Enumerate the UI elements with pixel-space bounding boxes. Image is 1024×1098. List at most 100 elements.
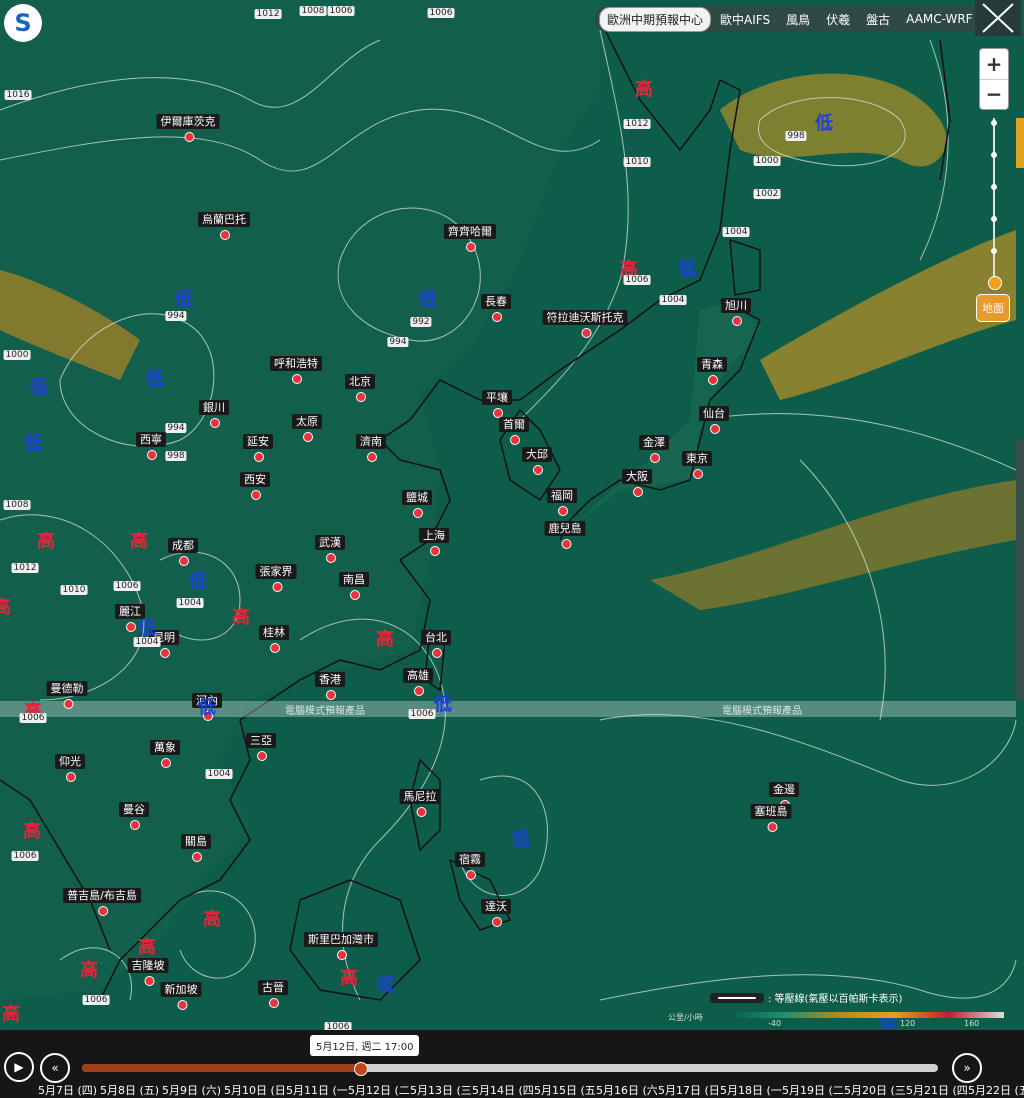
timeline-day-label[interactable]: 5月22日 (五) <box>968 1082 1024 1098</box>
city-marker[interactable]: 太原 <box>292 410 322 442</box>
city-marker[interactable]: 關島 <box>181 830 211 862</box>
zoom-out-button[interactable]: − <box>980 80 1008 110</box>
tab-fengniao[interactable]: 風鳥 <box>779 8 817 31</box>
city-marker[interactable]: 宿霧 <box>455 848 485 880</box>
side-panel-handle[interactable] <box>1016 118 1024 168</box>
timeline-day-label[interactable]: 5月19日 (二) <box>782 1082 844 1098</box>
city-marker[interactable]: 大邱 <box>522 443 552 475</box>
timeline-day-label[interactable]: 5月7日 (四) <box>38 1082 100 1098</box>
layer-slider[interactable] <box>988 118 1002 290</box>
city-marker[interactable]: 三亞 <box>246 729 276 761</box>
timeline-day-label[interactable]: 5月21日 (四) <box>906 1082 968 1098</box>
timeline-day-label[interactable]: 5月18日 (一) <box>720 1082 782 1098</box>
city-label: 高雄 <box>403 668 433 683</box>
tab-ecmwf[interactable]: 歐洲中期預報中心 <box>599 6 712 32</box>
wind-speed-scale: 公里/小時 -40 120 160 <box>668 1012 1004 1030</box>
timeline-day-label[interactable]: 5月11日 (一) <box>286 1082 348 1098</box>
prev-day-button[interactable]: « <box>40 1053 70 1083</box>
city-marker[interactable]: 烏蘭巴托 <box>198 208 250 240</box>
city-marker[interactable]: 伊爾庫茨克 <box>156 110 220 142</box>
weather-map[interactable]: S 歐洲中期預報中心 歐中AIFS 風鳥 伏羲 盤古 AAMC-WRF + − … <box>0 0 1024 1032</box>
city-marker[interactable]: 古晉 <box>258 976 288 1008</box>
tab-pangu[interactable]: 盤古 <box>859 8 897 31</box>
city-marker[interactable]: 齊齊哈爾 <box>444 220 496 252</box>
city-marker[interactable]: 桂林 <box>259 621 289 653</box>
city-marker[interactable]: 呼和浩特 <box>270 352 322 384</box>
tab-fuxi[interactable]: 伏羲 <box>819 8 857 31</box>
city-marker[interactable]: 符拉迪沃斯托克 <box>542 306 628 338</box>
city-dot <box>66 772 76 782</box>
city-label: 桂林 <box>259 625 289 640</box>
timeline-day-label[interactable]: 5月14日 (四) <box>472 1082 534 1098</box>
site-logo[interactable]: S <box>4 4 42 42</box>
tab-aifs[interactable]: 歐中AIFS <box>713 8 777 31</box>
city-marker[interactable]: 張家界 <box>255 560 297 592</box>
city-marker[interactable]: 濟南 <box>356 430 386 462</box>
city-marker[interactable]: 曼谷 <box>119 798 149 830</box>
city-marker[interactable]: 福岡 <box>547 484 577 516</box>
city-marker[interactable]: 金邊 <box>769 778 799 810</box>
city-marker[interactable]: 成都 <box>168 534 198 566</box>
city-label: 台北 <box>421 630 451 645</box>
timeline-day-label[interactable]: 5月8日 (五) <box>100 1082 162 1098</box>
isobar-value-label: 1006 <box>11 851 39 861</box>
city-marker[interactable]: 大阪 <box>622 465 652 497</box>
city-marker[interactable]: 曼德勒 <box>46 677 88 709</box>
isobar-value-label: 1010 <box>60 585 88 595</box>
scale-unit: 公里/小時 <box>668 1013 703 1022</box>
next-day-button[interactable]: » <box>952 1053 982 1083</box>
city-marker[interactable]: 鹽城 <box>402 486 432 518</box>
city-marker[interactable]: 銀川 <box>199 396 229 428</box>
city-marker[interactable]: 青森 <box>697 353 727 385</box>
city-marker[interactable]: 長春 <box>481 290 511 322</box>
city-marker[interactable]: 南昌 <box>339 568 369 600</box>
city-marker[interactable]: 仰光 <box>55 750 85 782</box>
timeline-day-label[interactable]: 5月12日 (二) <box>348 1082 410 1098</box>
city-marker[interactable]: 武漢 <box>315 531 345 563</box>
timeline-day-label[interactable]: 5月10日 (日) <box>224 1082 286 1098</box>
city-marker[interactable]: 新加坡 <box>160 978 202 1010</box>
timeline-day-label[interactable]: 5月9日 (六) <box>162 1082 224 1098</box>
city-label: 上海 <box>419 528 449 543</box>
city-marker[interactable]: 台北 <box>421 626 451 658</box>
city-marker[interactable]: 仙台 <box>699 402 729 434</box>
city-marker[interactable]: 鹿兒島 <box>544 517 586 549</box>
city-marker[interactable]: 西寧 <box>136 428 166 460</box>
timeline-day-label[interactable]: 5月16日 (六) <box>596 1082 658 1098</box>
city-marker[interactable]: 旭川 <box>721 294 751 326</box>
city-label: 延安 <box>243 434 273 449</box>
tab-aamc-wrf[interactable]: AAMC-WRF <box>899 9 979 29</box>
city-marker[interactable]: 達沃 <box>481 895 511 927</box>
city-marker[interactable]: 高雄 <box>403 664 433 696</box>
slider-knob[interactable] <box>988 276 1002 290</box>
banner-label-left: 電腦模式預報產品 <box>285 706 365 717</box>
city-marker[interactable]: 首爾 <box>499 413 529 445</box>
city-marker[interactable]: 平壤 <box>482 386 512 418</box>
timeline-day-label[interactable]: 5月13日 (三) <box>410 1082 472 1098</box>
day-labels: 5月7日 (四) 5月8日 (五) 5月9日 (六) 5月10日 (日) 5月11日 (… <box>38 1082 1024 1098</box>
city-marker[interactable]: 延安 <box>243 430 273 462</box>
city-marker[interactable]: 香港 <box>315 668 345 700</box>
zoom-in-button[interactable]: + <box>980 49 1008 80</box>
city-dot <box>98 906 108 916</box>
terrain-button[interactable]: 地面 <box>976 294 1010 322</box>
low-pressure-label: 低 <box>678 259 696 280</box>
city-marker[interactable]: 金澤 <box>639 431 669 463</box>
city-marker[interactable]: 上海 <box>419 524 449 556</box>
city-marker[interactable]: 萬象 <box>150 736 180 768</box>
low-pressure-label: 低 <box>419 289 437 310</box>
city-marker[interactable]: 西安 <box>240 468 270 500</box>
side-scroll-bar[interactable] <box>1016 440 1024 700</box>
city-marker[interactable]: 普吉島/布吉島 <box>63 884 141 916</box>
city-marker[interactable]: 馬尼拉 <box>399 785 441 817</box>
city-marker[interactable]: 塞班島 <box>750 800 792 832</box>
timeline-day-label[interactable]: 5月15日 (五) <box>534 1082 596 1098</box>
city-marker[interactable]: 斯里巴加灣市 <box>304 928 378 960</box>
play-button[interactable]: ▶ <box>4 1052 34 1082</box>
close-button[interactable] <box>975 0 1021 36</box>
city-marker[interactable]: 東京 <box>682 447 712 479</box>
city-marker[interactable]: 北京 <box>345 370 375 402</box>
timeline-day-label[interactable]: 5月20日 (三) <box>844 1082 906 1098</box>
timeline-day-label[interactable]: 5月17日 (日) <box>658 1082 720 1098</box>
timeline-knob[interactable] <box>354 1062 368 1076</box>
